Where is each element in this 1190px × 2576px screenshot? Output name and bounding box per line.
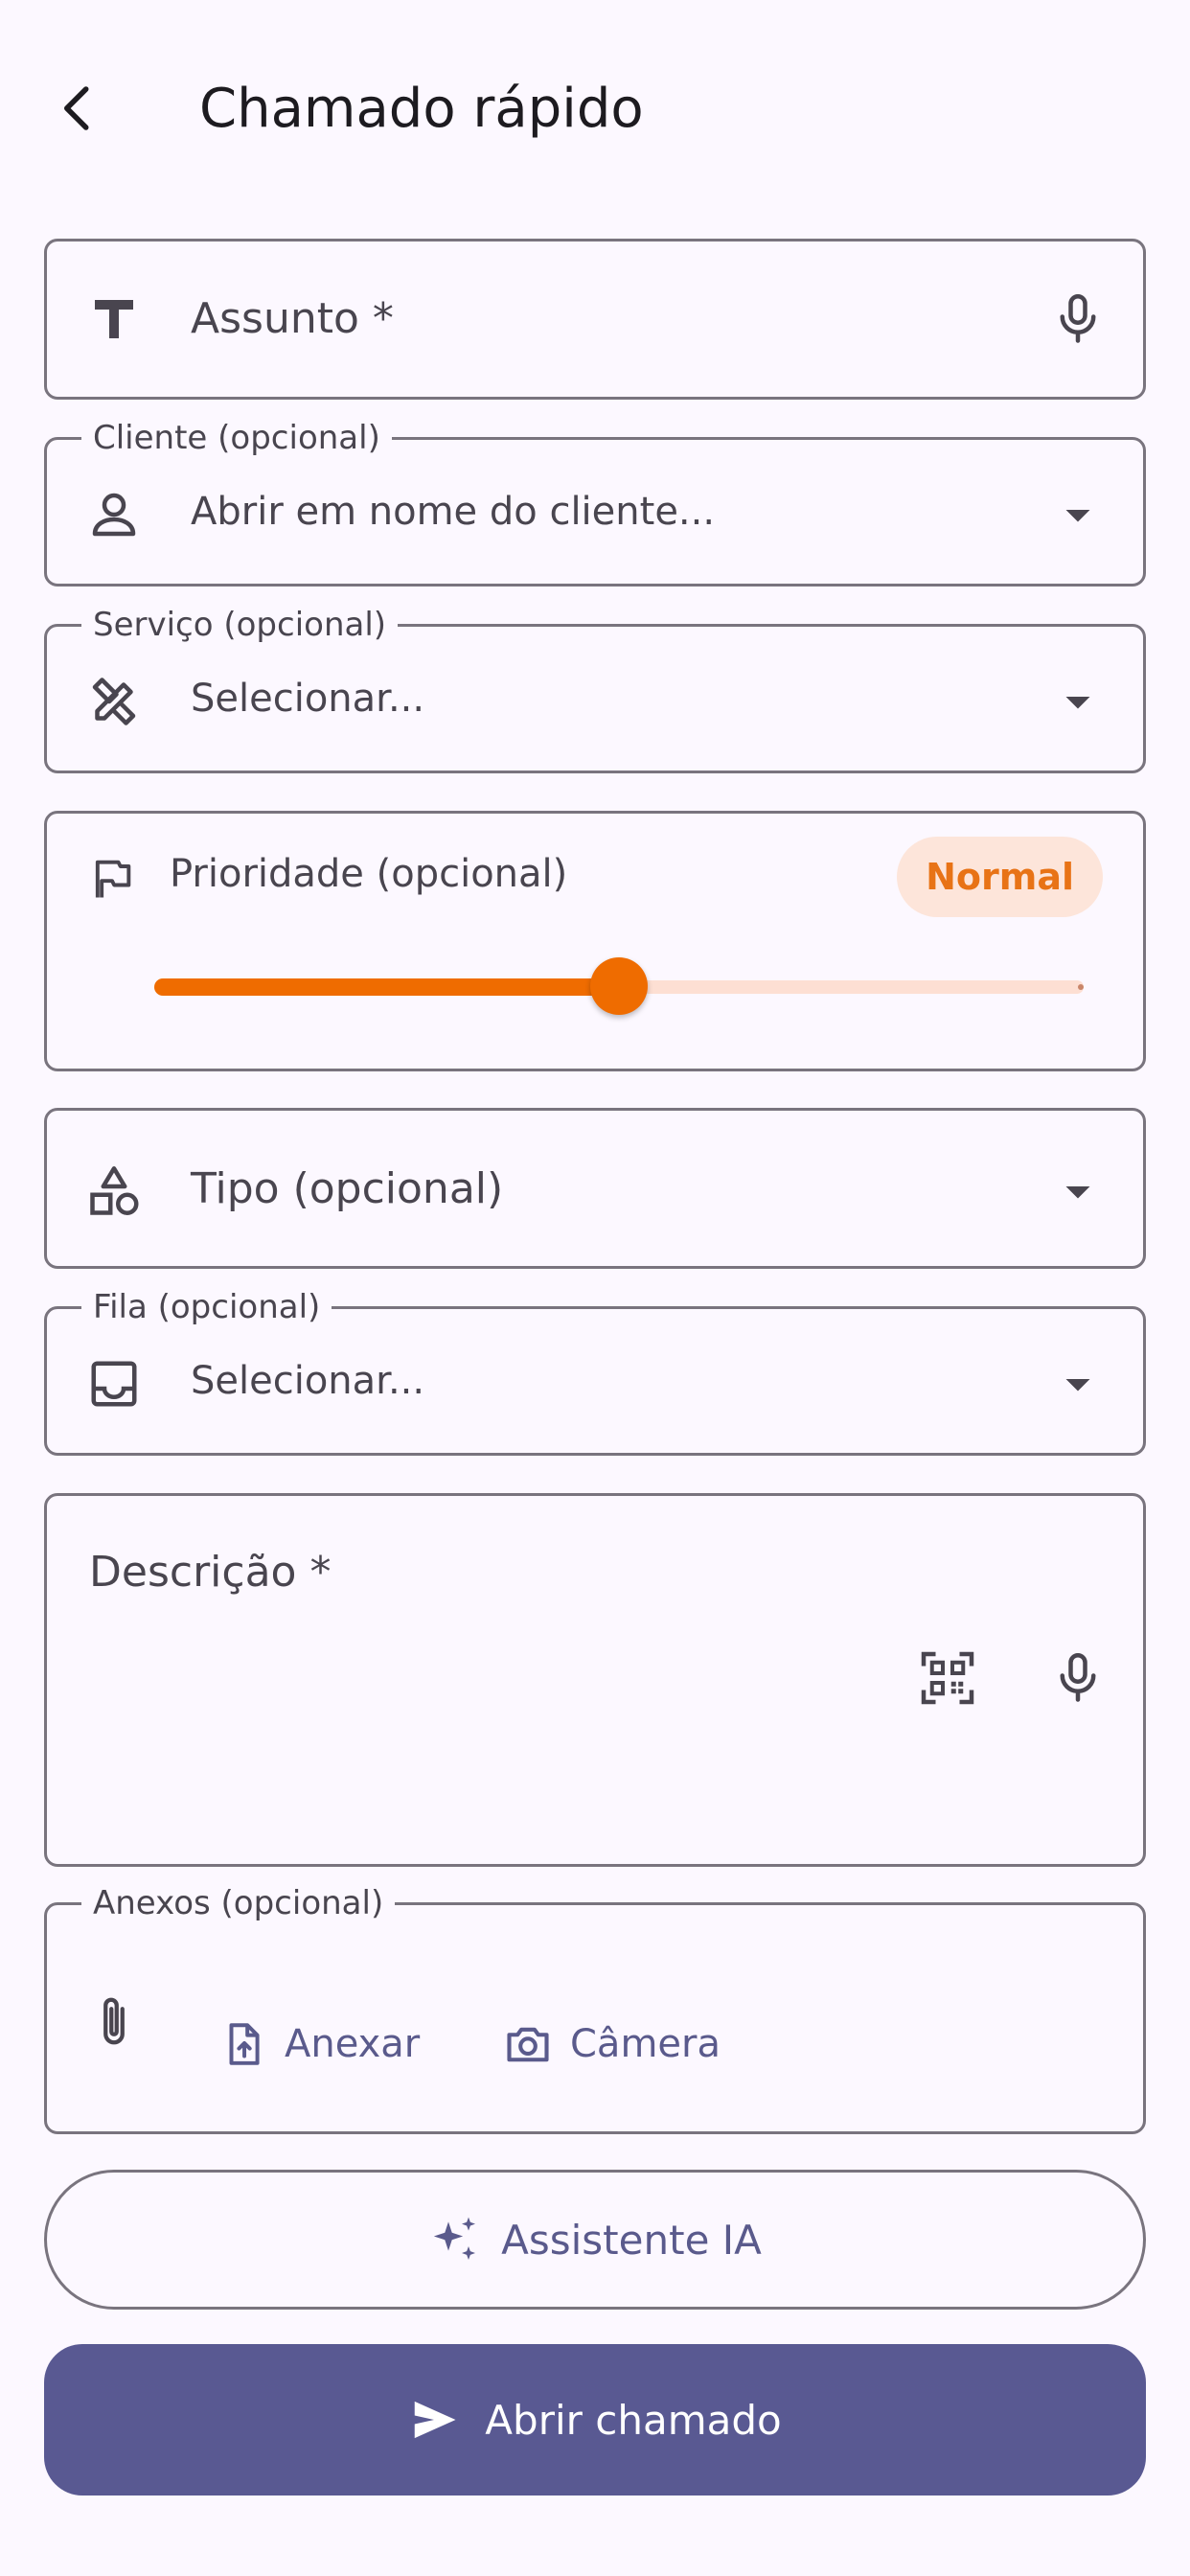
slider-end-tick	[1078, 984, 1084, 990]
person-icon	[85, 486, 143, 543]
queue-select[interactable]: Fila (opcional) Selecionar...	[44, 1288, 1146, 1456]
back-button[interactable]	[36, 67, 119, 150]
chevron-down-icon[interactable]	[1049, 1162, 1107, 1220]
app-bar: Chamado rápido	[0, 0, 1190, 220]
paperclip-icon	[85, 1993, 143, 2051]
arrow-back-icon	[64, 86, 89, 130]
slider-thumb[interactable]	[590, 957, 648, 1015]
slider-fill	[154, 978, 619, 996]
chevron-down-icon[interactable]	[1049, 673, 1107, 730]
subject-input[interactable]: Assunto *	[191, 294, 394, 343]
subject-field[interactable]: Assunto *	[44, 239, 1146, 400]
camera-label: Câmera	[570, 2022, 721, 2066]
queue-value: Selecionar...	[191, 1359, 425, 1403]
chevron-down-icon[interactable]	[1049, 486, 1107, 543]
flag-icon	[83, 850, 141, 908]
service-value: Selecionar...	[191, 677, 425, 721]
page-title: Chamado rápido	[199, 78, 644, 140]
category-icon	[85, 1162, 143, 1220]
client-value: Abrir em nome do cliente...	[191, 490, 716, 534]
chevron-down-icon[interactable]	[1049, 1355, 1107, 1413]
camera-icon	[507, 2027, 549, 2062]
microphone-icon	[1060, 294, 1096, 343]
type-select[interactable]: Tipo (opcional)	[44, 1108, 1146, 1269]
priority-badge: Normal	[897, 837, 1103, 917]
description-field[interactable]: Descrição *	[44, 1493, 1146, 1867]
qr-code-scanner-icon	[921, 1651, 974, 1705]
service-label: Serviço (opcional)	[81, 606, 399, 644]
send-icon	[415, 2401, 456, 2439]
camera-button[interactable]: Câmera	[503, 2001, 721, 2087]
attach-label: Anexar	[285, 2022, 421, 2066]
description-mic-button[interactable]	[1049, 1649, 1107, 1707]
queue-label: Fila (opcional)	[81, 1288, 332, 1326]
submit-ticket-button[interactable]: Abrir chamado	[44, 2344, 1146, 2496]
priority-slider[interactable]	[154, 957, 1084, 1015]
inbox-icon	[85, 1355, 143, 1413]
priority-card: Prioridade (opcional) Normal	[44, 811, 1146, 1071]
client-select[interactable]: Cliente (opcional) Abrir em nome do clie…	[44, 419, 1146, 586]
qr-code-scanner-button[interactable]	[919, 1649, 976, 1707]
upload-file-icon	[229, 2023, 260, 2065]
ai-assistant-button[interactable]: Assistente IA	[44, 2170, 1146, 2310]
attach-file-button[interactable]: Anexar	[219, 2001, 420, 2087]
client-label: Cliente (opcional)	[81, 419, 392, 457]
text-format-icon	[85, 290, 143, 348]
service-select[interactable]: Serviço (opcional) Selecionar...	[44, 606, 1146, 773]
quick-ticket-screen: Chamado rápido Assunto * Cliente (opcion…	[0, 0, 1190, 2576]
attachments-label: Anexos (opcional)	[81, 1884, 396, 1922]
attachments-field: Anexos (opcional) Anexar Câmera	[44, 1884, 1146, 2134]
type-value: Tipo (opcional)	[191, 1164, 504, 1213]
subject-mic-button[interactable]	[1049, 290, 1107, 348]
microphone-icon	[1060, 1653, 1096, 1702]
priority-label: Prioridade (opcional)	[170, 852, 568, 896]
description-input[interactable]: Descrição *	[89, 1548, 331, 1597]
submit-label: Abrir chamado	[485, 2396, 782, 2444]
design-services-icon	[85, 673, 143, 730]
ai-assistant-label: Assistente IA	[501, 2216, 762, 2264]
sparkle-icon	[433, 2217, 476, 2260]
